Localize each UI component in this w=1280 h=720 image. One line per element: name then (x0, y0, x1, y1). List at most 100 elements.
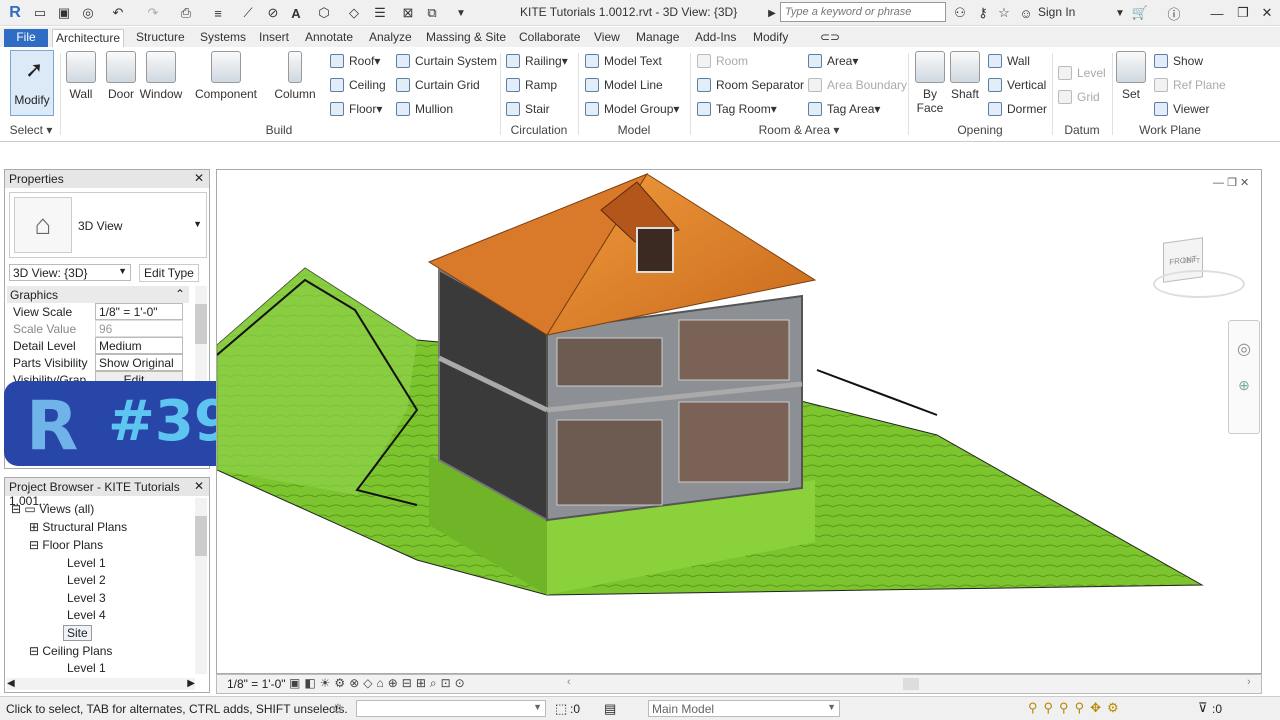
tab-insert[interactable]: Insert (259, 29, 289, 47)
prop-value[interactable]: Medium (95, 337, 183, 354)
save-icon[interactable]: ▣ (56, 4, 72, 22)
floor-button[interactable]: Floor ▾ (330, 100, 382, 118)
edit-type-button[interactable]: Edit Type (139, 264, 199, 282)
close-hidden-icon[interactable]: ⊠ (400, 4, 416, 22)
tree-item-level-4[interactable]: Level 4 (67, 608, 106, 622)
3d-viewport[interactable]: FRONT LEFT — ❐ ✕ ◎ ⊕ (216, 169, 1262, 674)
tree-item-level-1[interactable]: Level 1 (67, 556, 106, 570)
undo-icon[interactable]: ↶ (110, 4, 126, 22)
vertical-opening-button[interactable]: Vertical (988, 76, 1046, 94)
roof-button[interactable]: Roof ▾ (330, 52, 380, 70)
steering-wheel-icon[interactable]: ◎ (1229, 339, 1259, 359)
viewer-button[interactable]: Viewer (1154, 100, 1209, 118)
filter-icon[interactable]: ⊽ (1198, 700, 1208, 716)
select-dropdown[interactable]: Select ▾ (8, 123, 54, 137)
close-browser-icon[interactable]: ✕ (194, 479, 204, 493)
model-line-button[interactable]: Model Line (585, 76, 663, 94)
browser-hscrollbar[interactable]: ◀ ▶ (7, 678, 195, 690)
set-workplane-button[interactable]: Set (1112, 51, 1150, 101)
wall-opening-button[interactable]: Wall (988, 52, 1030, 70)
cart-icon[interactable]: 🛒 (1132, 4, 1148, 22)
tree-item-ceiling-plans[interactable]: ⊟ Ceiling Plans (29, 644, 112, 658)
prop-scale-value[interactable]: Scale Value 96 (9, 320, 185, 337)
tree-item-level-3[interactable]: Level 3 (67, 591, 106, 605)
prop-detail-level[interactable]: Detail Level Medium (9, 337, 185, 354)
text-icon[interactable]: A (288, 4, 304, 22)
tab-massing-site[interactable]: Massing & Site (426, 29, 506, 47)
tab-view[interactable]: View (594, 29, 620, 47)
workset-select[interactable]: ▼ (356, 700, 546, 717)
tag-room-button[interactable]: Tag Room ▾ (697, 100, 777, 118)
tree-item-structural-plans[interactable]: ⊞ Structural Plans (29, 520, 127, 534)
mullion-button[interactable]: Mullion (396, 100, 453, 118)
restore-icon[interactable]: ❐ (1236, 4, 1250, 22)
model-text-button[interactable]: Model Text (585, 52, 662, 70)
view-minimize-icon[interactable]: — (1213, 177, 1224, 189)
instance-filter-select[interactable]: 3D View: {3D} ▼ (9, 264, 131, 281)
prop-value[interactable]: Show Original (95, 354, 183, 371)
measure-icon[interactable]: ⟋ (240, 4, 256, 22)
stair-button[interactable]: Stair (506, 100, 550, 118)
tab-collaborate[interactable]: Collaborate (519, 29, 580, 47)
user-icon[interactable]: ☺ (1018, 4, 1034, 22)
sign-in-dropdown-icon[interactable]: ▼ (1114, 4, 1126, 22)
scroll-left-icon[interactable]: ‹ (567, 676, 571, 688)
modify-button[interactable]: ➚ Modify (10, 50, 54, 116)
thin-lines-icon[interactable]: ≡ (210, 4, 226, 22)
area-button[interactable]: Area ▾ (808, 52, 858, 70)
search-input[interactable]: Type a keyword or phrase (780, 2, 946, 22)
revit-app-icon[interactable]: R (6, 4, 24, 22)
tree-item-level-2[interactable]: Level 2 (67, 573, 106, 587)
windows-icon[interactable]: ⧉ (424, 4, 440, 22)
scroll-right-icon[interactable]: › (1247, 676, 1251, 688)
tab-systems[interactable]: Systems (200, 29, 246, 47)
shaft-button[interactable]: Shaft (946, 51, 984, 101)
view-scale-selector[interactable]: 1/8" = 1'-0" (227, 677, 286, 691)
worksharing-icon[interactable]: ⚙ (332, 701, 344, 717)
prop-value[interactable]: 1/8" = 1'-0" (95, 303, 183, 320)
grid-button[interactable]: Grid (1058, 88, 1100, 106)
by-face-button[interactable]: By Face (910, 51, 950, 115)
prop-parts-visibility[interactable]: Parts Visibility Show Original (9, 354, 185, 371)
tree-item-site[interactable]: Site (63, 625, 92, 641)
prop-value[interactable]: 96 (95, 320, 183, 337)
editable-only-icon[interactable]: ▤ (604, 701, 616, 717)
model-canvas[interactable] (217, 170, 1262, 674)
ramp-button[interactable]: Ramp (506, 76, 557, 94)
prop-view-scale[interactable]: View Scale 1/8" = 1'-0" (9, 303, 185, 320)
ref-plane-button[interactable]: Ref Plane (1154, 76, 1226, 94)
tag-area-button[interactable]: Tag Area ▾ (808, 100, 880, 118)
room-button[interactable]: Room (697, 52, 748, 70)
tree-item-views[interactable]: ⊟ ▭ Views (all) (11, 502, 94, 516)
model-group-button[interactable]: Model Group ▾ (585, 100, 679, 118)
viewcube-compass-ring[interactable] (1153, 270, 1245, 298)
print-icon[interactable]: ⎙ (178, 4, 194, 22)
type-selector[interactable]: ⌂ 3D View ▼ (9, 192, 207, 258)
zoom-icon[interactable]: ⊕ (1229, 377, 1259, 394)
tab-annotate[interactable]: Annotate (305, 29, 353, 47)
tab-analyze[interactable]: Analyze (369, 29, 412, 47)
component-button[interactable]: Component (194, 51, 258, 101)
sign-in-link[interactable]: Sign In (1038, 5, 1075, 19)
show-workplane-button[interactable]: Show (1154, 52, 1203, 70)
scrollbar-thumb[interactable] (195, 516, 207, 556)
close-icon[interactable]: ✕ (1260, 4, 1274, 22)
open-icon[interactable]: ▭ (32, 4, 48, 22)
tab-modify[interactable]: Modify (753, 29, 788, 47)
switch-windows-icon[interactable]: ☰ (372, 4, 388, 22)
favorites-star-icon[interactable]: ☆ (996, 4, 1012, 22)
tab-structure[interactable]: Structure (136, 29, 185, 47)
room-area-group-label[interactable]: Room & Area ▾ (692, 123, 906, 137)
curtain-system-button[interactable]: Curtain System (396, 52, 497, 70)
search-binoculars-icon[interactable]: ⚇ (952, 4, 968, 22)
curtain-grid-button[interactable]: Curtain Grid (396, 76, 480, 94)
ceiling-button[interactable]: Ceiling (330, 76, 386, 94)
dormer-opening-button[interactable]: Dormer (988, 100, 1047, 118)
viewport-hscroll-thumb[interactable] (903, 678, 919, 690)
tab-add-ins[interactable]: Add-Ins (695, 29, 736, 47)
tree-item-ceiling-level-1[interactable]: Level 1 (67, 661, 106, 675)
expand-search-icon[interactable]: ▶ (766, 4, 778, 22)
column-button[interactable]: Column (272, 51, 318, 101)
customize-qa-icon[interactable]: ▼ (454, 4, 468, 22)
graphics-section-header[interactable]: Graphics ⌃ (7, 286, 189, 303)
